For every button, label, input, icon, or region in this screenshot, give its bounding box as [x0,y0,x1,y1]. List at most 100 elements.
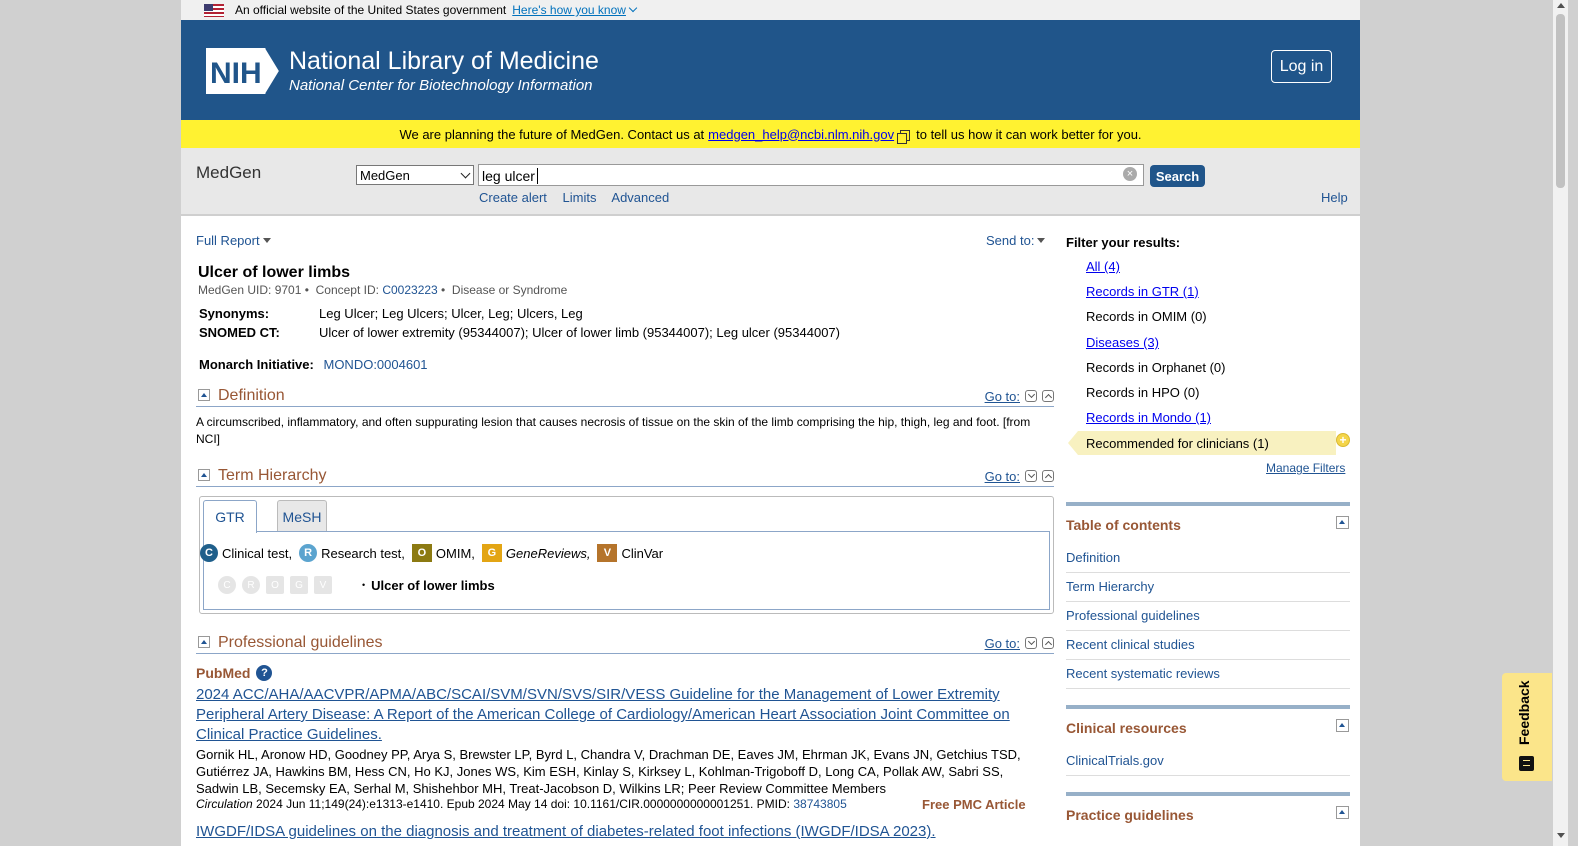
filter-orphanet: Records in Orphanet (0) [1086,360,1226,375]
snomed-label: SNOMED CT: [199,325,280,340]
search-button[interactable]: Search [1150,165,1205,187]
manage-filters-link[interactable]: Manage Filters [1266,461,1345,475]
goto-down-icon[interactable] [1025,637,1037,649]
help-icon[interactable]: ? [256,665,273,681]
pmid-link[interactable]: 38743805 [793,797,846,811]
page: An official website of the United States… [181,0,1360,846]
reference-authors: Gornik HL, Aronow HD, Goodney PP, Arya S… [196,747,1021,796]
search-input[interactable]: leg ulcer [478,164,1144,186]
goto-down-icon[interactable] [1025,390,1037,402]
advanced-link[interactable]: Advanced [611,190,669,205]
collapse-icon[interactable] [1336,719,1349,732]
database-select-value: MedGen [360,167,410,183]
genereviews-badge-icon: G [481,544,502,562]
feedback-icon [1519,756,1534,771]
add-filter-icon[interactable]: + [1336,433,1350,447]
filter-omim: Records in OMIM (0) [1086,309,1207,324]
goto-up-icon[interactable] [1042,637,1054,649]
clinical-test-badge-icon: C [200,544,218,562]
collapse-icon[interactable] [198,636,210,648]
database-name: MedGen [196,163,262,182]
notice-email-link[interactable]: medgen_help@ncbi.nlm.nih.gov [708,127,894,142]
recommended-filter-label[interactable]: Recommended for clinicians (1) [1086,436,1269,451]
clinical-test-badge-icon: C [218,576,236,594]
search-links: Create alert Limits Advanced [479,190,681,205]
filter-gtr[interactable]: Records in GTR (1) [1086,284,1199,299]
feedback-button[interactable]: Feedback [1502,673,1552,781]
toc-professional-guidelines[interactable]: Professional guidelines [1066,602,1350,631]
filter-all[interactable]: All (4) [1086,259,1120,274]
goto-link[interactable]: Go to: [985,636,1020,651]
feedback-label: Feedback [1516,680,1532,745]
scroll-up-icon[interactable] [1557,3,1565,8]
chevron-down-icon [460,168,471,179]
help-link[interactable]: Help [1321,190,1348,205]
filter-mondo[interactable]: Records in Mondo (1) [1086,410,1211,425]
scroll-down-icon[interactable] [1557,833,1565,838]
search-term: leg ulcer [482,168,535,184]
legend-genereviews: G GeneReviews, [481,544,590,562]
create-alert-link[interactable]: Create alert [479,190,547,205]
nih-logo[interactable]: NIH [204,46,282,96]
reference-citation: Circulation 2024 Jun 11;149(24):e1313-e1… [196,797,847,811]
omim-badge-icon: O [411,544,432,562]
dropdown-icon [1037,238,1046,243]
guidelines-section-header: Professional guidelines Go to: [196,634,1054,654]
nlm-title[interactable]: National Library of Medicine [289,47,599,76]
toc-term-hierarchy[interactable]: Term Hierarchy [1066,573,1350,602]
database-select[interactable]: MedGen [356,165,474,185]
gov-banner: An official website of the United States… [181,0,1360,20]
toc-definition[interactable]: Definition [1066,544,1350,573]
tab-gtr[interactable]: GTR [203,500,257,533]
toc-recent-clinical-studies[interactable]: Recent clinical studies [1066,631,1350,660]
reference-title-link[interactable]: 2024 ACC/AHA/AACVPR/APMA/ABC/SCAI/SVM/SV… [196,685,1046,745]
snomed-value: Ulcer of lower extremity (95344007); Ulc… [319,325,840,340]
nlm-header: NIH National Library of Medicine Nationa… [181,20,1360,120]
genereviews-badge-icon: G [290,576,308,594]
concept-id-link[interactable]: C0023223 [382,283,437,297]
semantic-type: Disease or Syndrome [451,283,568,297]
dropdown-icon [262,238,271,243]
goto-link[interactable]: Go to: [985,389,1020,404]
clinical-resources-portlet: Clinical resources ClinicalTrials.gov [1066,705,1350,785]
section-title: Professional guidelines [218,634,383,651]
goto-up-icon[interactable] [1042,470,1054,482]
copy-icon[interactable] [897,129,911,144]
definition-section-header: Definition Go to: [196,387,1054,407]
clinicaltrials-link[interactable]: ClinicalTrials.gov [1066,747,1350,776]
hierarchy-panel [203,531,1050,610]
goto-up-icon[interactable] [1042,390,1054,402]
filter-diseases[interactable]: Diseases (3) [1086,335,1159,350]
scroll-thumb[interactable] [1556,14,1565,188]
practice-guidelines-title: Practice guidelines [1066,807,1194,823]
limits-link[interactable]: Limits [563,190,597,205]
chevron-down-icon [628,3,638,13]
clinvar-badge-icon: V [597,544,618,562]
goto-link[interactable]: Go to: [985,469,1020,484]
goto-down-icon[interactable] [1025,470,1037,482]
format-menu[interactable]: Full Report [196,233,271,248]
scrollbar[interactable] [1553,0,1568,846]
legend-omim: O OMIM, [411,544,475,562]
collapse-icon[interactable] [198,389,210,401]
monarch-row: Monarch Initiative: MONDO:0004601 [199,357,428,372]
reference-title-link[interactable]: IWGDF/IDSA guidelines on the diagnosis a… [196,822,1046,842]
hierarchy-node-row: C R O G V • Ulcer of lower limbs [218,576,495,594]
hierarchy-legend: C Clinical test, R Research test, O OMIM, G… [200,544,670,562]
notice-text-before: We are planning the future of MedGen. Co… [399,126,705,142]
text-cursor [536,168,542,184]
collapse-icon[interactable] [1336,516,1349,529]
clear-icon[interactable]: × [1123,167,1137,181]
collapse-icon[interactable] [1336,806,1349,819]
section-title: Term Hierarchy [218,467,327,484]
tab-mesh[interactable]: MeSH [277,500,327,532]
notice-text-after: to tell us how it can work better for yo… [916,126,1142,142]
send-to-menu[interactable]: Send to: [986,233,1046,248]
monarch-link[interactable]: MONDO:0004601 [323,357,427,372]
toc-recent-systematic-reviews[interactable]: Recent systematic reviews [1066,660,1350,689]
ncbi-subtitle: National Center for Biotechnology Inform… [289,77,593,94]
collapse-icon[interactable] [198,469,210,481]
section-title: Definition [218,387,285,404]
login-button[interactable]: Log in [1271,50,1332,83]
how-you-know-link[interactable]: Here's how you know [512,3,638,17]
